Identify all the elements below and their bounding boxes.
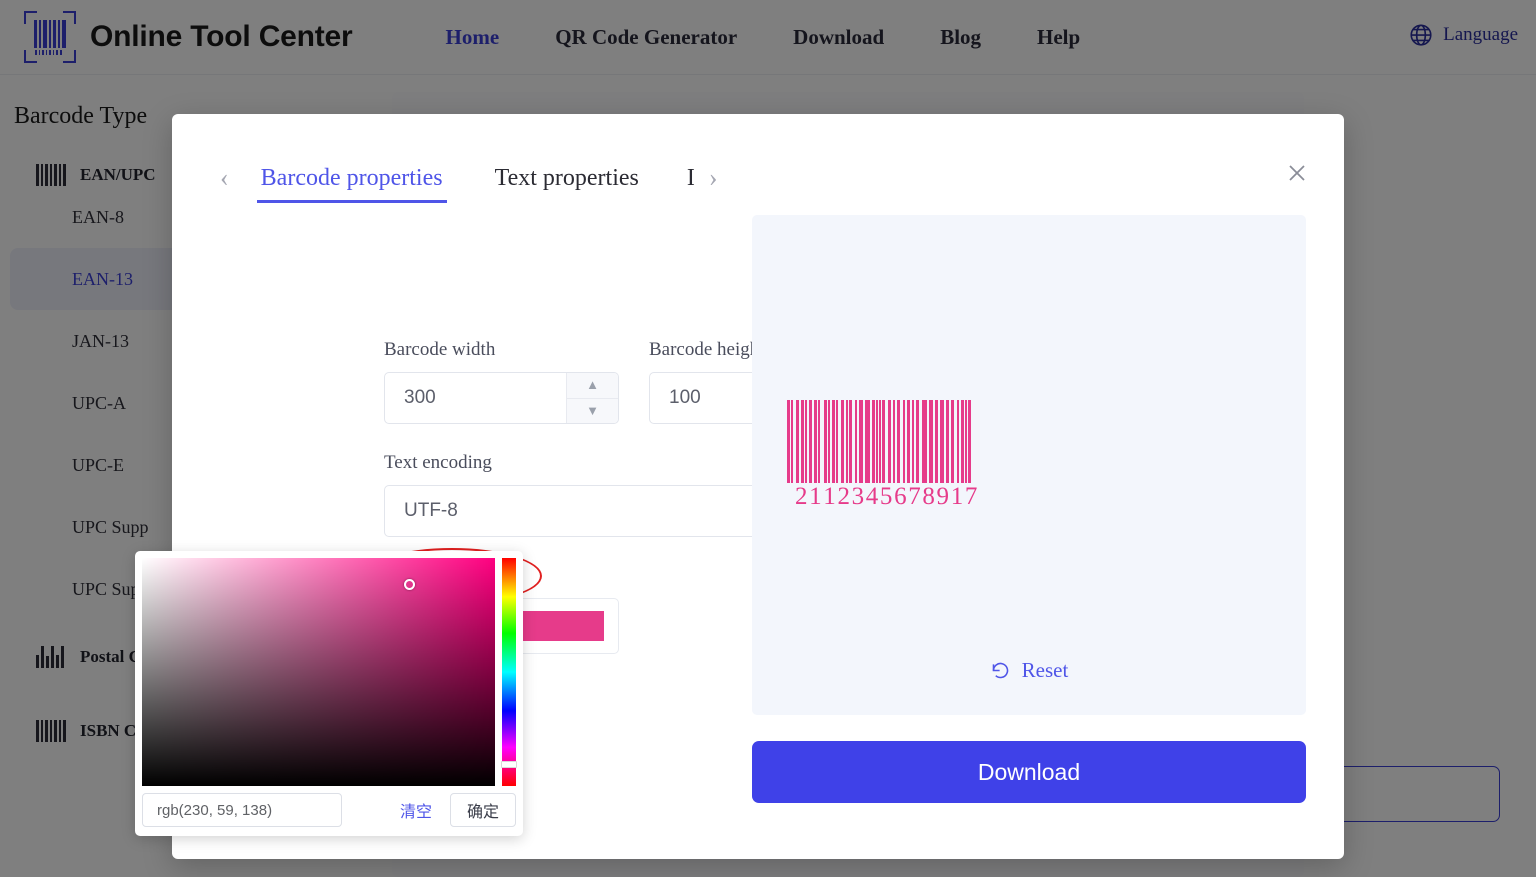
- sv-handle[interactable]: [404, 579, 415, 590]
- modal-tabs: ‹ Barcode properties Text properties I ›: [214, 156, 724, 203]
- close-icon[interactable]: [1280, 156, 1314, 190]
- preview-barcode-digit: 1: [809, 483, 822, 510]
- chevron-right-icon[interactable]: ›: [703, 165, 724, 191]
- preview-barcode-digit: 6: [894, 483, 907, 510]
- chevron-down-icon[interactable]: ▼: [567, 399, 618, 424]
- preview-barcode-digit: 8: [922, 483, 935, 510]
- chevron-left-icon[interactable]: ‹: [214, 165, 235, 191]
- reset-button[interactable]: Reset: [752, 658, 1306, 683]
- color-picker-popover: rgb(230, 59, 138) 清空 确定: [135, 551, 523, 836]
- preview-barcode-digit: 9: [936, 483, 950, 510]
- barcode-width-stepper[interactable]: ▲ ▼: [566, 373, 618, 423]
- refresh-icon: [992, 662, 1008, 679]
- preview-barcode-digit: 7: [964, 483, 978, 510]
- tab-image-properties[interactable]: I: [665, 156, 703, 200]
- text-encoding-value: UTF-8: [404, 500, 458, 521]
- hue-slider[interactable]: [502, 558, 516, 786]
- preview-barcode-digit: 5: [879, 483, 893, 510]
- download-button[interactable]: Download: [752, 741, 1306, 803]
- barcode-width-value: 300: [404, 387, 436, 408]
- barcode-width-input[interactable]: 300 ▲ ▼: [384, 372, 619, 424]
- chevron-up-icon[interactable]: ▲: [567, 373, 618, 399]
- reset-label: Reset: [1021, 658, 1069, 682]
- preview-barcode-digit: 1: [950, 483, 964, 510]
- preview-barcode-digit: 7: [908, 483, 921, 510]
- saturation-value-panel[interactable]: [142, 558, 495, 786]
- preview-barcode-digits: 2112345678917: [787, 483, 1269, 515]
- tab-barcode-properties[interactable]: Barcode properties: [235, 156, 469, 203]
- clear-button[interactable]: 清空: [400, 798, 432, 822]
- confirm-button[interactable]: 确定: [450, 793, 516, 827]
- barcode-preview-panel: 2112345678917 Reset: [752, 215, 1306, 715]
- preview-barcode-digit: 3: [851, 483, 865, 510]
- tab-text-properties[interactable]: Text properties: [469, 156, 665, 200]
- preview-barcode: 2112345678917: [787, 400, 1269, 515]
- preview-barcode-bars: [787, 400, 1269, 483]
- preview-barcode-digit: 1: [823, 483, 836, 510]
- hue-slider-handle[interactable]: [501, 761, 517, 768]
- color-value-input[interactable]: rgb(230, 59, 138): [142, 793, 342, 827]
- barcode-width-label: Barcode width: [384, 339, 496, 360]
- color-picker-footer: rgb(230, 59, 138) 清空 确定: [142, 792, 516, 828]
- preview-barcode-digit: 2: [837, 483, 850, 510]
- preview-barcode-digit: 4: [865, 483, 879, 510]
- field-barcode-width: Barcode width 300 ▲ ▼: [384, 339, 619, 424]
- preview-barcode-digit: 2: [795, 483, 808, 510]
